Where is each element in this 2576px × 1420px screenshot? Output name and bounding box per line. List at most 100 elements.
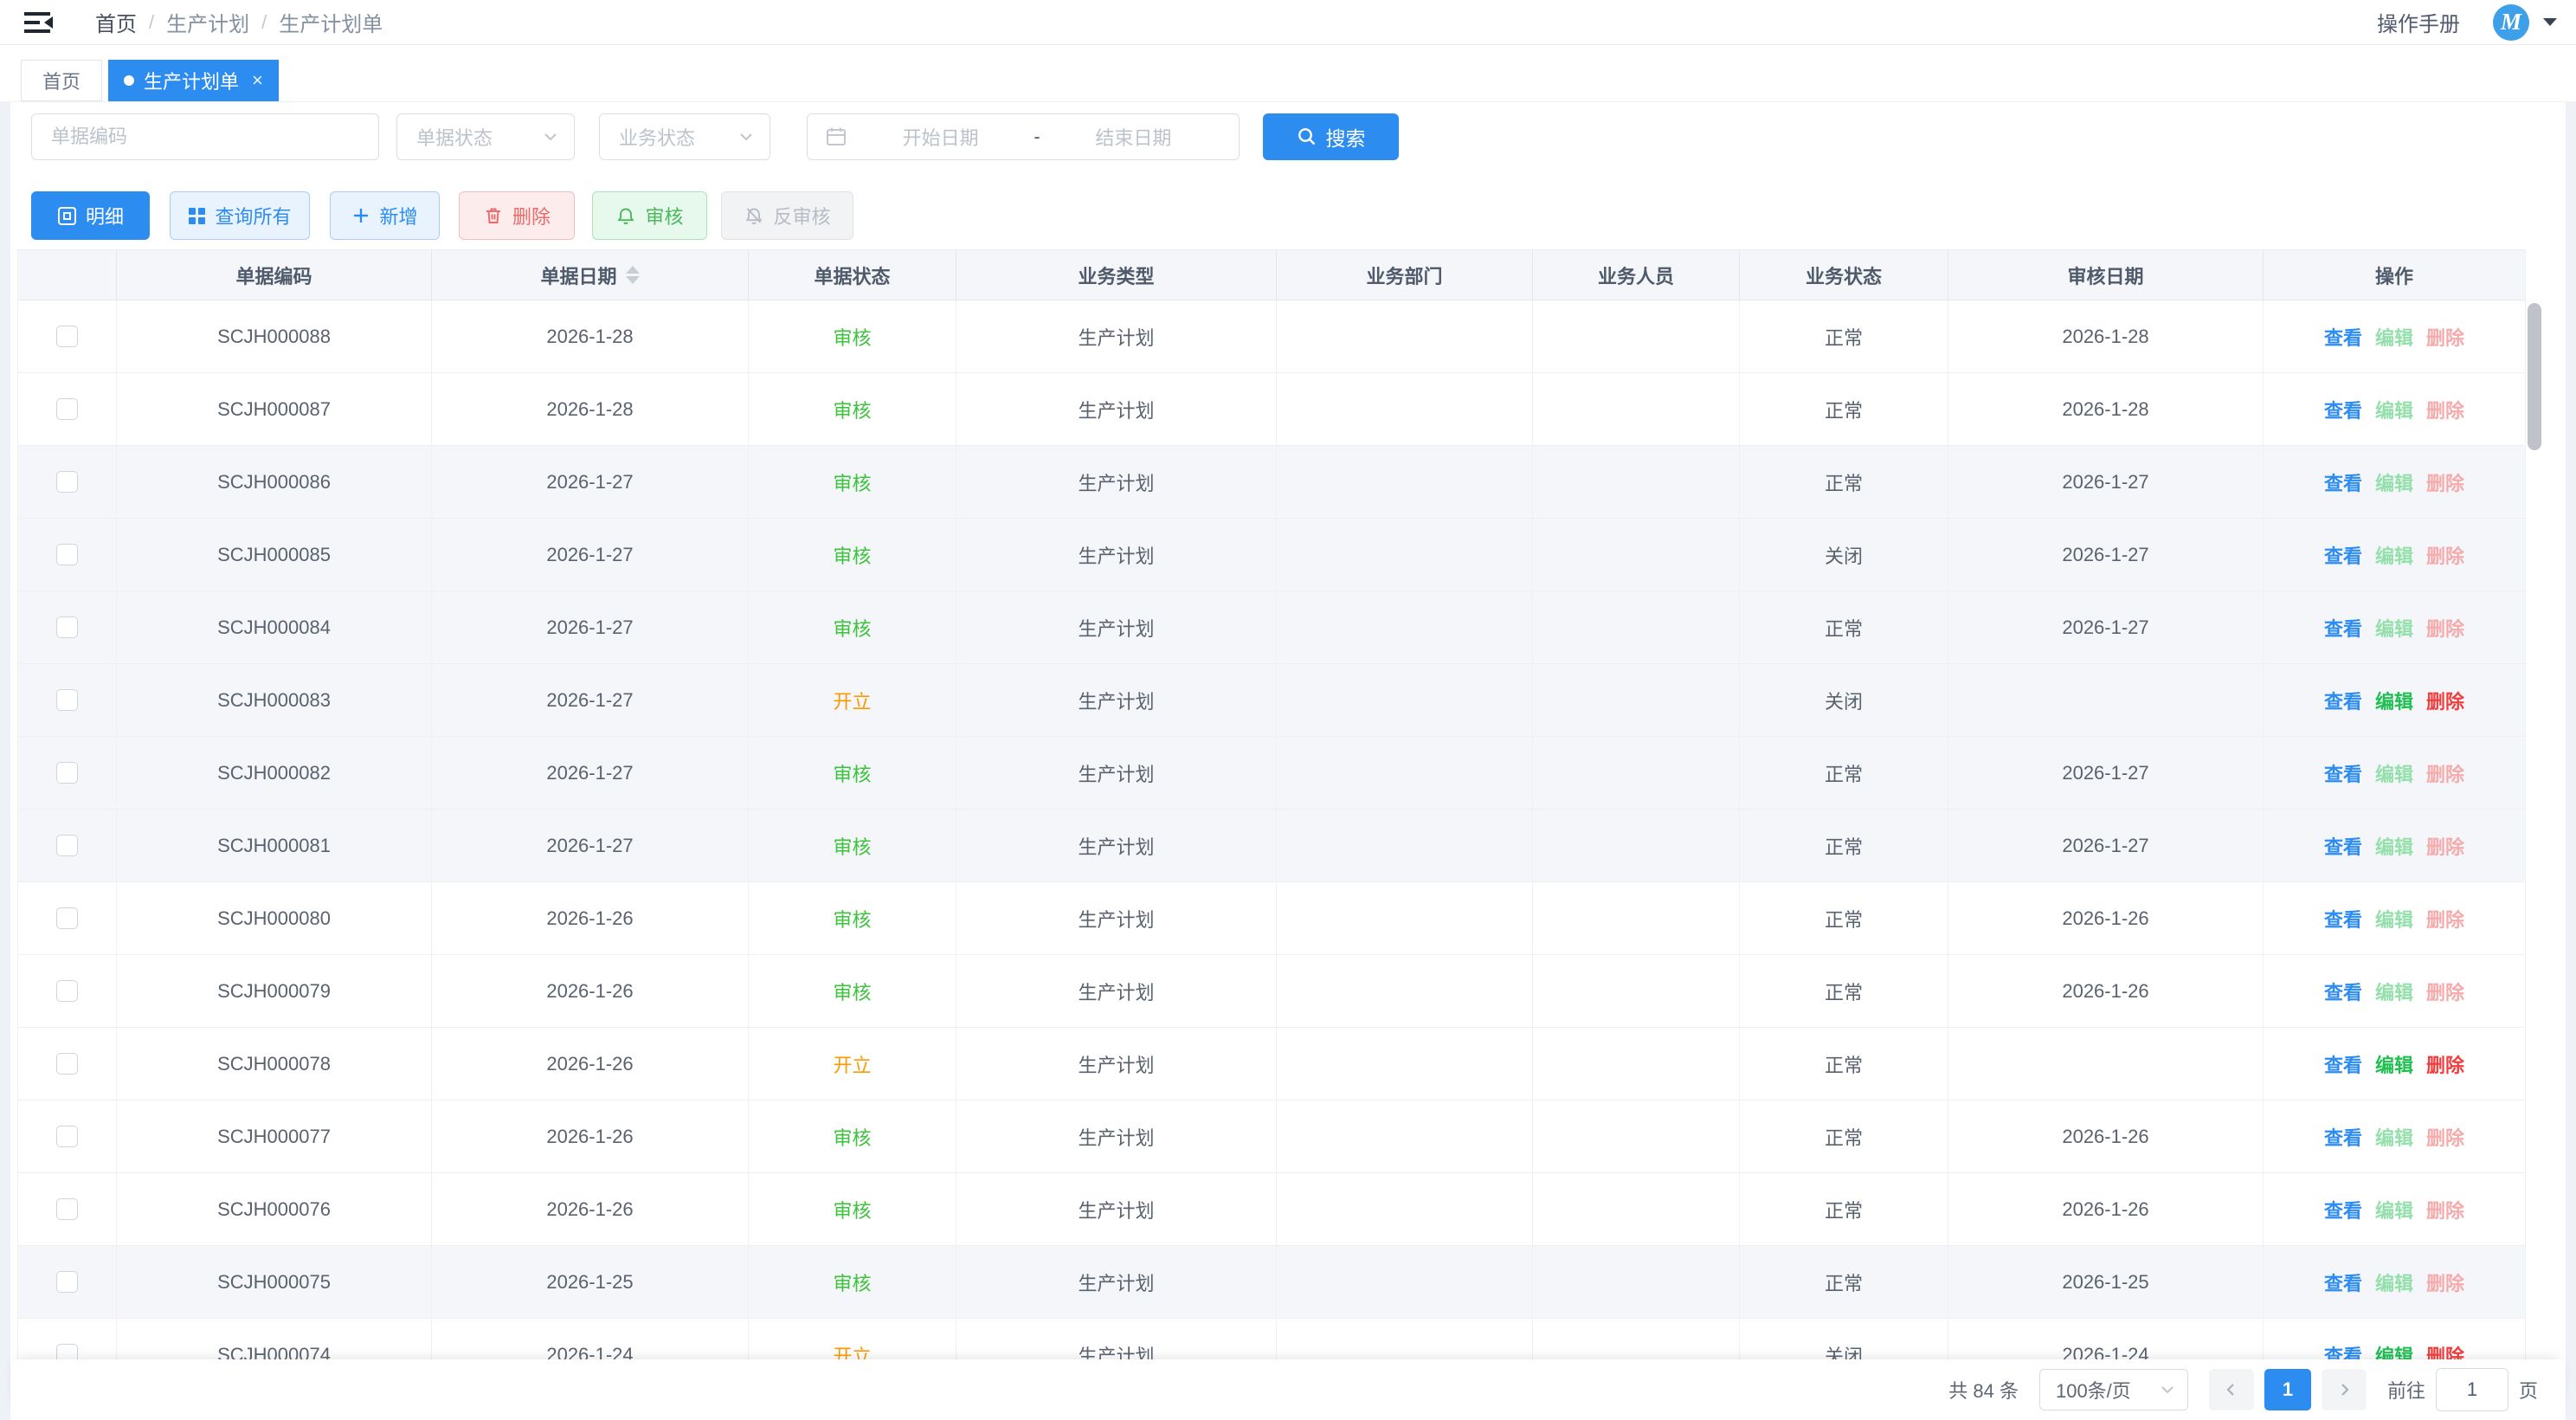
- header-doc-date[interactable]: 单据日期: [432, 250, 749, 300]
- edit-link[interactable]: 编辑: [2375, 1196, 2413, 1223]
- edit-link[interactable]: 编辑: [2375, 978, 2413, 1005]
- header-doc-code: 单据编码: [117, 250, 432, 300]
- add-button[interactable]: 新增: [330, 191, 440, 240]
- delete-link[interactable]: 删除: [2426, 978, 2464, 1005]
- goto-page-input[interactable]: [2436, 1368, 2508, 1411]
- detail-button[interactable]: 明细: [31, 191, 150, 240]
- view-link[interactable]: 查看: [2324, 905, 2362, 933]
- delete-link[interactable]: 删除: [2426, 1268, 2464, 1296]
- delete-link[interactable]: 删除: [2426, 1196, 2464, 1223]
- view-link[interactable]: 查看: [2324, 541, 2362, 569]
- page-size-select[interactable]: 100条/页: [2039, 1369, 2188, 1410]
- edit-link[interactable]: 编辑: [2375, 1123, 2413, 1151]
- cell-biz-type: 生产计划: [956, 519, 1277, 591]
- user-menu-caret-icon[interactable]: [2543, 18, 2557, 26]
- row-checkbox[interactable]: [56, 1344, 78, 1361]
- view-link[interactable]: 查看: [2324, 1050, 2362, 1078]
- view-link[interactable]: 查看: [2324, 323, 2362, 351]
- row-checkbox[interactable]: [56, 616, 78, 638]
- cell-biz-person: [1533, 1028, 1740, 1100]
- view-link[interactable]: 查看: [2324, 1123, 2362, 1151]
- row-checkbox[interactable]: [56, 980, 78, 1002]
- sort-caret-icon[interactable]: [626, 266, 640, 284]
- query-all-button[interactable]: 查询所有: [170, 191, 310, 240]
- delete-link[interactable]: 删除: [2426, 1123, 2464, 1151]
- view-link[interactable]: 查看: [2324, 832, 2362, 860]
- biz-status-select[interactable]: 业务状态: [599, 113, 770, 160]
- row-checkbox[interactable]: [56, 689, 78, 711]
- delete-link[interactable]: 删除: [2426, 905, 2464, 933]
- row-checkbox[interactable]: [56, 471, 78, 493]
- edit-link[interactable]: 编辑: [2375, 832, 2413, 860]
- audit-button[interactable]: 审核: [592, 191, 707, 240]
- cell-biz-dept: [1277, 810, 1533, 881]
- delete-button[interactable]: 删除: [459, 191, 575, 240]
- edit-link[interactable]: 编辑: [2375, 614, 2413, 642]
- cell-biz-person: [1533, 810, 1740, 881]
- delete-link[interactable]: 删除: [2426, 396, 2464, 423]
- view-link[interactable]: 查看: [2324, 978, 2362, 1005]
- cell-doc-status: 审核: [749, 1173, 956, 1245]
- edit-link[interactable]: 编辑: [2375, 323, 2413, 351]
- menu-collapse-icon[interactable]: [24, 10, 55, 36]
- delete-link[interactable]: 删除: [2426, 832, 2464, 860]
- user-avatar[interactable]: M: [2493, 4, 2529, 41]
- end-date-placeholder[interactable]: 结束日期: [1046, 123, 1221, 151]
- row-checkbox[interactable]: [56, 326, 78, 347]
- delete-link[interactable]: 删除: [2426, 323, 2464, 351]
- edit-link[interactable]: 编辑: [2375, 396, 2413, 423]
- manual-link[interactable]: 操作手册: [2377, 7, 2460, 37]
- date-range-picker[interactable]: 开始日期 - 结束日期: [807, 113, 1240, 160]
- delete-link[interactable]: 删除: [2426, 468, 2464, 496]
- row-checkbox[interactable]: [56, 907, 78, 929]
- edit-link[interactable]: 编辑: [2375, 1341, 2413, 1362]
- row-checkbox[interactable]: [56, 398, 78, 420]
- breadcrumb-production-plan[interactable]: 生产计划: [166, 7, 249, 37]
- row-checkbox[interactable]: [56, 1271, 78, 1293]
- edit-link[interactable]: 编辑: [2375, 1050, 2413, 1078]
- table-row: SCJH000080 2026-1-26 审核 生产计划 正常 2026-1-2…: [18, 882, 2525, 955]
- view-link[interactable]: 查看: [2324, 468, 2362, 496]
- row-checkbox[interactable]: [56, 762, 78, 784]
- edit-link[interactable]: 编辑: [2375, 541, 2413, 569]
- start-date-placeholder[interactable]: 开始日期: [853, 123, 1028, 151]
- tab-close-icon[interactable]: ×: [252, 69, 263, 92]
- edit-link[interactable]: 编辑: [2375, 687, 2413, 714]
- row-checkbox[interactable]: [56, 835, 78, 856]
- cell-operations: 查看 编辑 删除: [2264, 882, 2525, 954]
- unaudit-button[interactable]: 反审核: [721, 191, 853, 240]
- view-link[interactable]: 查看: [2324, 759, 2362, 787]
- tab-home[interactable]: 首页: [21, 60, 102, 101]
- edit-link[interactable]: 编辑: [2375, 468, 2413, 496]
- view-link[interactable]: 查看: [2324, 396, 2362, 423]
- current-page-button[interactable]: 1: [2264, 1369, 2311, 1410]
- edit-link[interactable]: 编辑: [2375, 905, 2413, 933]
- search-button[interactable]: 搜索: [1263, 113, 1399, 160]
- view-link[interactable]: 查看: [2324, 687, 2362, 714]
- row-checkbox[interactable]: [56, 1198, 78, 1220]
- view-link[interactable]: 查看: [2324, 1268, 2362, 1296]
- doc-code-input[interactable]: [32, 126, 378, 148]
- row-checkbox[interactable]: [56, 1126, 78, 1147]
- cell-select: [18, 664, 117, 736]
- delete-link[interactable]: 删除: [2426, 759, 2464, 787]
- delete-link[interactable]: 删除: [2426, 687, 2464, 714]
- row-checkbox[interactable]: [56, 1053, 78, 1075]
- edit-link[interactable]: 编辑: [2375, 1268, 2413, 1296]
- breadcrumb-home[interactable]: 首页: [95, 7, 137, 37]
- view-link[interactable]: 查看: [2324, 1196, 2362, 1223]
- tab-production-plan-active[interactable]: 生产计划单 ×: [108, 60, 279, 101]
- cell-doc-status: 审核: [749, 737, 956, 809]
- delete-link[interactable]: 删除: [2426, 1050, 2464, 1078]
- vertical-scrollbar[interactable]: [2528, 303, 2541, 450]
- delete-link[interactable]: 删除: [2426, 614, 2464, 642]
- prev-page-button[interactable]: [2209, 1369, 2254, 1410]
- delete-link[interactable]: 删除: [2426, 1341, 2464, 1362]
- edit-link[interactable]: 编辑: [2375, 759, 2413, 787]
- doc-status-select[interactable]: 单据状态: [396, 113, 575, 160]
- row-checkbox[interactable]: [56, 544, 78, 565]
- next-page-button[interactable]: [2322, 1369, 2367, 1410]
- view-link[interactable]: 查看: [2324, 1341, 2362, 1362]
- delete-link[interactable]: 删除: [2426, 541, 2464, 569]
- view-link[interactable]: 查看: [2324, 614, 2362, 642]
